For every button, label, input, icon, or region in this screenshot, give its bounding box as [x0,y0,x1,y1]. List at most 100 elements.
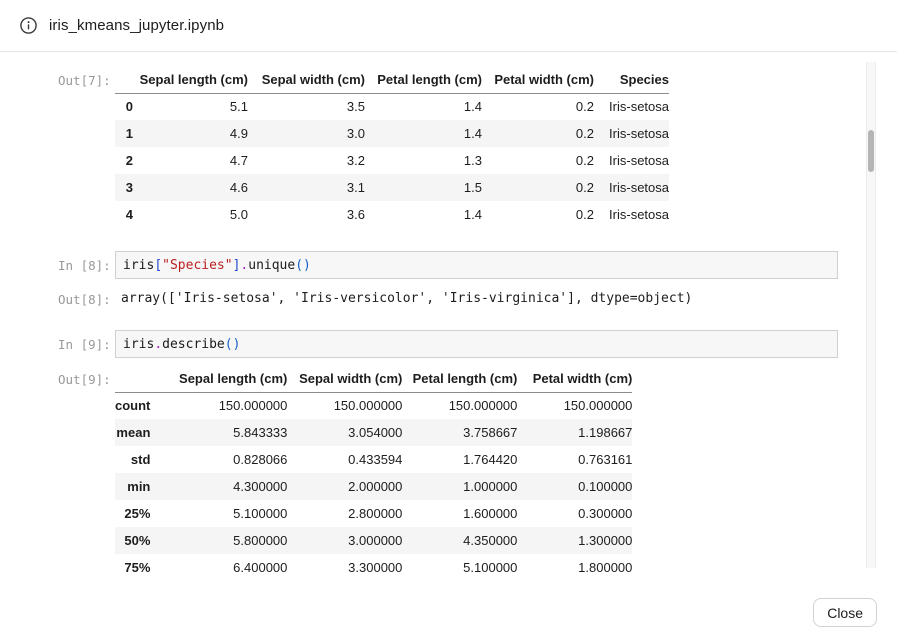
table-cell: 1.764420 [402,446,517,473]
table-row: min4.3000002.0000001.0000000.100000 [115,473,632,500]
header-row: Sepal length (cm)Sepal width (cm)Petal l… [115,366,632,392]
table-row: 34.63.11.50.2Iris-setosa [115,174,669,201]
scrollbar-track[interactable] [866,62,876,568]
scrollbar-thumb[interactable] [868,130,874,172]
table-cell: 0.828066 [150,446,287,473]
table-cell: 1.4 [365,120,482,147]
table-cell: 0.2 [482,201,594,228]
table-cell: 150.000000 [517,392,632,419]
dialog-title: iris_kmeans_jupyter.ipynb [49,17,224,34]
table-cell: Iris-setosa [594,201,669,228]
table-cell: 1.800000 [517,554,632,578]
row-index: 4 [115,201,133,228]
table-row: 50%5.8000003.0000004.3500001.300000 [115,527,632,554]
output-prompt: Out[9]: [58,366,115,387]
table-cell: 3.300000 [287,554,402,578]
table-cell: 3.5 [248,93,365,120]
table-cell: 1.5 [365,174,482,201]
table-cell: 4.350000 [402,527,517,554]
column-header [115,67,133,93]
table-cell: 5.1 [133,93,248,120]
column-header: Petal width (cm) [482,67,594,93]
code-token: iris [123,258,154,273]
table-cell: 3.1 [248,174,365,201]
table-row: mean5.8433333.0540003.7586671.198667 [115,419,632,446]
column-header: Sepal width (cm) [287,366,402,392]
input-prompt: In [8]: [58,251,115,273]
code-token: "Species" [162,258,232,273]
table-cell: Iris-setosa [594,93,669,120]
row-index: count [115,392,150,419]
table-cell: 0.2 [482,174,594,201]
table-cell: 1.4 [365,93,482,120]
table-cell: 5.100000 [150,500,287,527]
table-cell: 0.763161 [517,446,632,473]
cell-output-8: Out[8]: array(['Iris-setosa', 'Iris-vers… [0,288,897,307]
code-cell: iris["Species"].unique() [115,251,838,279]
dialog-header: iris_kmeans_jupyter.ipynb [0,0,897,52]
code-token: unique [248,258,295,273]
table-cell: 3.0 [248,120,365,147]
code-cell: iris.describe() [115,330,838,358]
column-header: Petal length (cm) [365,67,482,93]
table-row: 24.73.21.30.2Iris-setosa [115,147,669,174]
table-cell: 1.600000 [402,500,517,527]
table-cell: 1.000000 [402,473,517,500]
cell-output-9: Out[9]: Sepal length (cm)Sepal width (cm… [0,366,897,578]
table-cell: 5.100000 [402,554,517,578]
table-cell: 3.054000 [287,419,402,446]
table-cell: 3.000000 [287,527,402,554]
table-row: std0.8280660.4335941.7644200.763161 [115,446,632,473]
table-cell: Iris-setosa [594,120,669,147]
table-cell: 3.6 [248,201,365,228]
column-header: Sepal length (cm) [133,67,248,93]
row-index: 3 [115,174,133,201]
column-header: Sepal width (cm) [248,67,365,93]
table-cell: Iris-setosa [594,147,669,174]
column-header: Petal width (cm) [517,366,632,392]
table-cell: 4.6 [133,174,248,201]
table-cell: 1.300000 [517,527,632,554]
code-token: . [154,337,162,352]
iris-head-table: Sepal length (cm)Sepal width (cm)Petal l… [115,67,669,228]
table-cell: 4.7 [133,147,248,174]
info-icon [20,17,37,34]
table-cell: 6.400000 [150,554,287,578]
table-cell: 3.2 [248,147,365,174]
table-row: 25%5.1000002.8000001.6000000.300000 [115,500,632,527]
table-row: 75%6.4000003.3000005.1000001.800000 [115,554,632,578]
cell-output-7: Out[7]: Sepal length (cm)Sepal width (cm… [0,67,897,228]
cell-input-9: In [9]: iris.describe() [0,330,897,358]
table-cell: 0.2 [482,120,594,147]
table-row: count150.000000150.000000150.000000150.0… [115,392,632,419]
table-cell: 2.800000 [287,500,402,527]
table-cell: 5.800000 [150,527,287,554]
input-prompt: In [9]: [58,330,115,352]
column-header: Species [594,67,669,93]
row-index: mean [115,419,150,446]
row-index: 2 [115,147,133,174]
output-prompt: Out[8]: [58,288,115,307]
table-cell: 1.3 [365,147,482,174]
dialog-footer: Close [0,578,897,643]
table-cell: 0.2 [482,93,594,120]
close-button[interactable]: Close [813,598,877,627]
header-row: Sepal length (cm)Sepal width (cm)Petal l… [115,67,669,93]
table-cell: 3.758667 [402,419,517,446]
column-header [115,366,150,392]
table-cell: 150.000000 [287,392,402,419]
code-token: . [240,258,248,273]
table-cell: 1.4 [365,201,482,228]
code-token: ] [233,258,241,273]
row-index: 0 [115,93,133,120]
table-cell: 4.9 [133,120,248,147]
row-index: 50% [115,527,150,554]
row-index: min [115,473,150,500]
table-cell: 150.000000 [402,392,517,419]
code-token: () [225,337,241,352]
code-token: describe [162,337,225,352]
array-output: array(['Iris-setosa', 'Iris-versicolor',… [115,288,692,306]
row-index: 25% [115,500,150,527]
table-cell: 0.100000 [517,473,632,500]
table-row: 45.03.61.40.2Iris-setosa [115,201,669,228]
